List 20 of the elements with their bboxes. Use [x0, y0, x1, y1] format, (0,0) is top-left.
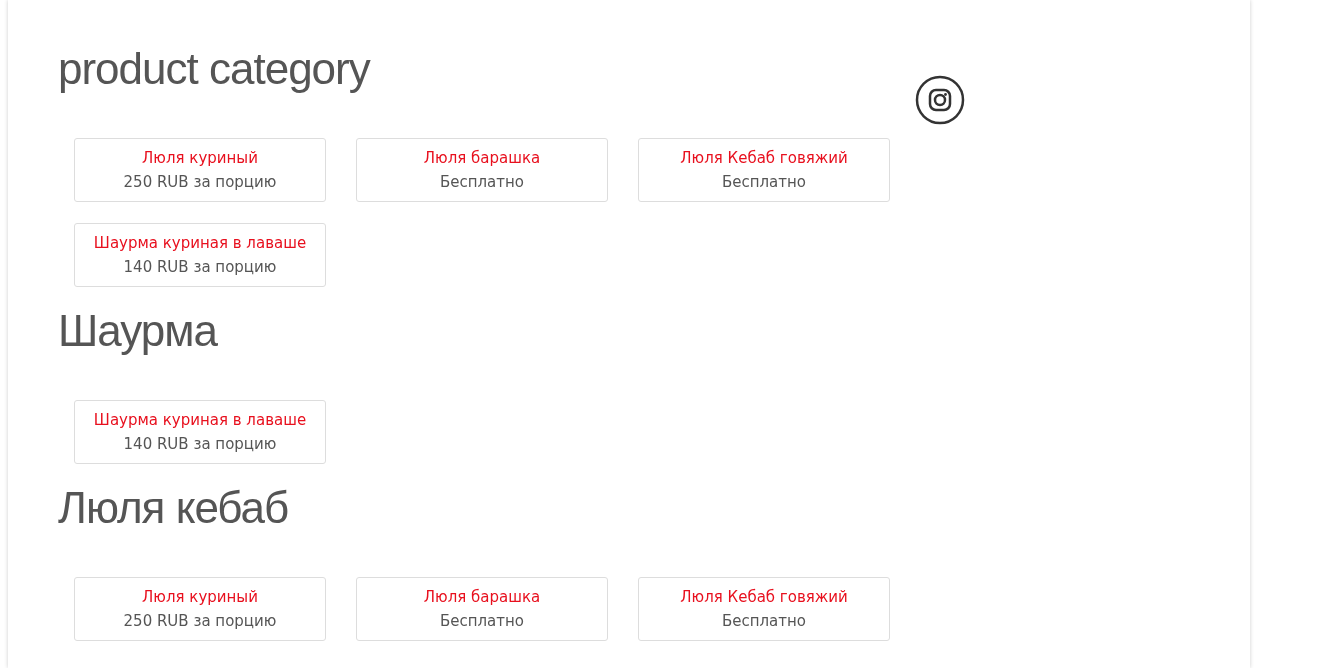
instagram-icon[interactable] — [915, 75, 965, 125]
product-link[interactable]: Люля Кебаб говяжий — [680, 149, 848, 167]
product-price: 140 RUB за порцию — [123, 435, 277, 453]
product-link[interactable]: Люля Кебаб говяжий — [680, 588, 848, 606]
product-price: 250 RUB за порцию — [123, 173, 277, 191]
product-link[interactable]: Шаурма куриная в лаваше — [93, 234, 307, 252]
product-link[interactable]: Люля куриный — [142, 588, 258, 606]
product-price: 250 RUB за порцию — [123, 612, 277, 630]
category-heading: Люля кебаб — [58, 482, 290, 534]
product-link[interactable]: Люля куриный — [142, 149, 258, 167]
category-heading: Шаурма — [58, 305, 219, 357]
product-price: Бесплатно — [721, 173, 807, 191]
category-heading: product category — [58, 43, 372, 95]
product-price: Бесплатно — [439, 173, 525, 191]
product-price: 140 RUB за порцию — [123, 258, 277, 276]
product-link[interactable]: Люля барашка — [423, 149, 541, 167]
product-link[interactable]: Шаурма куриная в лаваше — [93, 411, 307, 429]
product-price: Бесплатно — [439, 612, 525, 630]
product-price: Бесплатно — [721, 612, 807, 630]
product-link[interactable]: Люля барашка — [423, 588, 541, 606]
